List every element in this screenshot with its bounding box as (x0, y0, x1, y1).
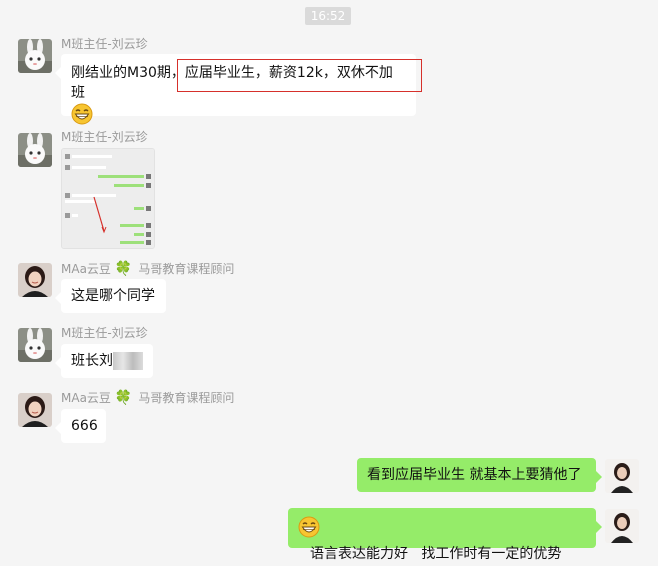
avatar-woman[interactable] (18, 393, 52, 427)
timestamp: 16:52 (305, 7, 351, 25)
message-bubble-outgoing[interactable]: 语言表达能力好 找工作时有一定的优势 (288, 508, 602, 562)
grinning-face-icon (71, 103, 93, 131)
woman-avatar-icon (605, 509, 639, 543)
rabbit-avatar-icon (18, 328, 52, 362)
message-text: 刚结业的M30期， (71, 65, 185, 81)
avatar-rabbit[interactable] (18, 328, 52, 362)
chat-screenshot-image[interactable] (61, 148, 155, 249)
message-text: 666 (71, 418, 98, 434)
redaction-mosaic (113, 352, 143, 370)
rabbit-avatar-icon (18, 133, 52, 167)
message-bubble-outgoing[interactable]: 看到应届毕业生 就基本上要猜他了 (357, 458, 602, 492)
rabbit-avatar-icon (18, 39, 52, 73)
highlight-annotation (177, 59, 422, 92)
woman-avatar-icon (605, 459, 639, 493)
woman-avatar-icon (18, 393, 52, 427)
four-leaf-clover-icon: 🍀 (114, 260, 133, 277)
message-text: 看到应届毕业生 就基本上要猜他了 (367, 467, 582, 483)
four-leaf-clover-icon: 🍀 (114, 389, 133, 406)
message-bubble[interactable]: 班长刘 (55, 344, 153, 378)
avatar-self[interactable] (605, 509, 639, 543)
avatar-woman[interactable] (18, 263, 52, 297)
sender-name: MAa云豆 (61, 262, 111, 276)
avatar-self[interactable] (605, 459, 639, 493)
sender-name: M班主任-刘云珍 (61, 326, 148, 340)
sender-name: M班主任-刘云珍 (61, 37, 148, 51)
sender-name: M班主任-刘云珍 (61, 130, 148, 144)
message-text: 班长刘 (71, 353, 113, 369)
sender-info: MAa云豆 🍀 马哥教育课程顾问 (61, 260, 234, 277)
message-bubble[interactable]: 666 (55, 409, 106, 443)
sender-info: MAa云豆 🍀 马哥教育课程顾问 (61, 389, 234, 406)
woman-avatar-icon (18, 263, 52, 297)
message-text: 这是哪个同学 (71, 288, 155, 304)
avatar-rabbit[interactable] (18, 39, 52, 73)
avatar-rabbit[interactable] (18, 133, 52, 167)
message-bubble[interactable]: 这是哪个同学 (55, 279, 166, 313)
image-preview-icon (62, 149, 154, 248)
grinning-face-icon (298, 516, 320, 544)
sender-title: 马哥教育课程顾问 (138, 391, 235, 405)
message-text: 语言表达能力好 找工作时有一定的优势 (310, 546, 562, 562)
sender-title: 马哥教育课程顾问 (138, 262, 235, 276)
sender-name: MAa云豆 (61, 391, 111, 405)
